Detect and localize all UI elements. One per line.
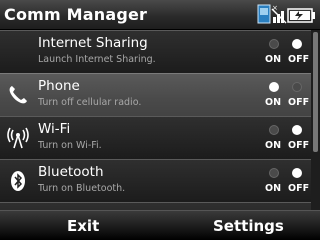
list-item-phone[interactable]: Phone Turn off cellular radio. ON OFF — [0, 73, 311, 116]
on-radio[interactable] — [269, 125, 279, 135]
bluetooth-icon — [6, 169, 30, 193]
item-title: Phone — [38, 78, 80, 94]
battery-icon — [287, 8, 315, 23]
item-title: Internet Sharing — [38, 35, 148, 51]
list-item-wifi[interactable]: Wi-Fi Turn on Wi-Fi. ON OFF — [0, 116, 311, 159]
signal-off-icon: × — [271, 4, 287, 24]
on-label: ON — [265, 54, 282, 65]
off-radio[interactable] — [292, 125, 302, 135]
on-radio[interactable] — [269, 168, 279, 178]
wifi-icon — [6, 126, 30, 150]
list-item-internet-sharing[interactable]: Internet Sharing Launch Internet Sharing… — [0, 30, 311, 73]
softkey-bar: Exit Settings — [0, 210, 320, 240]
sim-icon — [257, 4, 271, 24]
off-label: OFF — [288, 140, 310, 151]
off-radio[interactable] — [292, 82, 302, 92]
on-label: ON — [265, 97, 282, 108]
on-radio[interactable] — [269, 82, 279, 92]
item-subtitle: Turn on Wi-Fi. — [38, 140, 102, 151]
list-item-next[interactable] — [0, 202, 311, 210]
scroll-thumb[interactable] — [313, 32, 318, 152]
title-bar: Comm Manager × — [0, 0, 320, 30]
comm-list: Internet Sharing Launch Internet Sharing… — [0, 30, 311, 210]
off-radio[interactable] — [292, 168, 302, 178]
off-label: OFF — [288, 97, 310, 108]
svg-text:×: × — [272, 4, 278, 12]
status-icons: × — [257, 3, 317, 25]
item-subtitle: Turn off cellular radio. — [38, 97, 142, 108]
exit-softkey[interactable]: Exit — [67, 217, 99, 235]
scrollbar[interactable] — [311, 30, 320, 210]
app-title: Comm Manager — [4, 5, 148, 24]
phone-icon — [6, 83, 30, 107]
on-radio[interactable] — [269, 39, 279, 49]
on-label: ON — [265, 140, 282, 151]
item-subtitle: Launch Internet Sharing. — [38, 54, 156, 65]
off-label: OFF — [288, 54, 310, 65]
off-label: OFF — [288, 183, 310, 194]
settings-softkey[interactable]: Settings — [213, 217, 284, 235]
item-subtitle: Turn on Bluetooth. — [38, 183, 126, 194]
list-item-bluetooth[interactable]: Bluetooth Turn on Bluetooth. ON OFF — [0, 159, 311, 202]
on-label: ON — [265, 183, 282, 194]
item-title: Bluetooth — [38, 164, 104, 180]
off-radio[interactable] — [292, 39, 302, 49]
item-title: Wi-Fi — [38, 121, 71, 137]
